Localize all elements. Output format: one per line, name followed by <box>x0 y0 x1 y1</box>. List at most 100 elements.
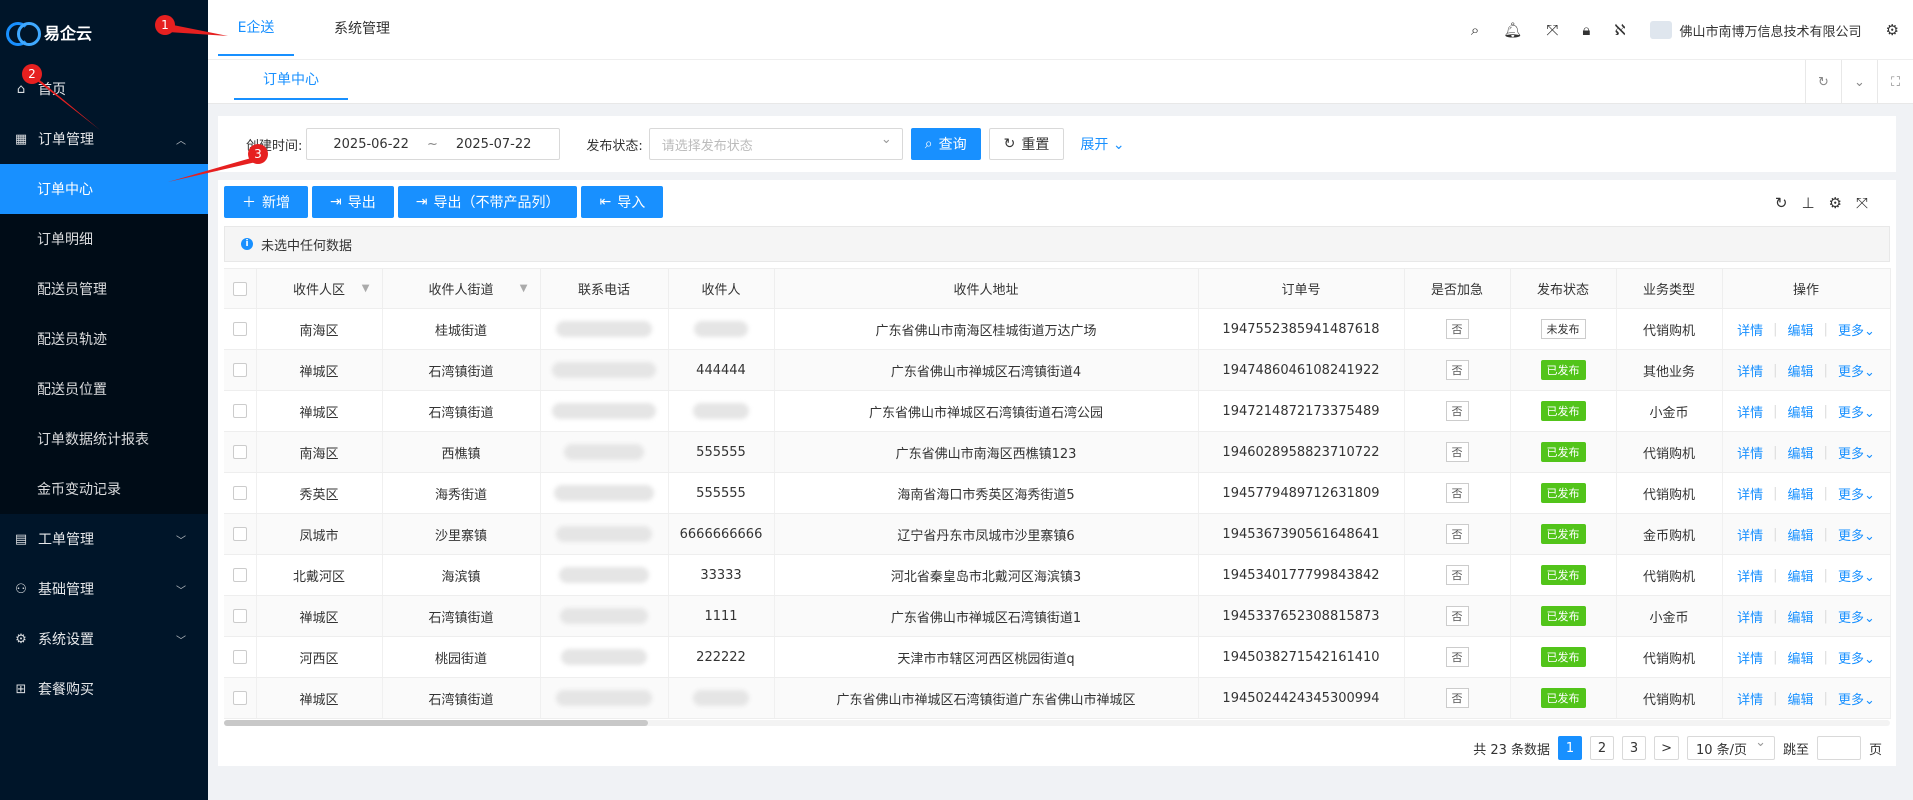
jump-input[interactable] <box>1816 736 1861 760</box>
more-dropdown[interactable]: 更多⌄ <box>1838 361 1875 380</box>
select-all-checkbox[interactable] <box>232 281 247 296</box>
detail-link[interactable]: 详情 <box>1737 361 1763 380</box>
sidebar-item-package-purchase[interactable]: ⊞ 套餐购买 <box>0 664 208 714</box>
detail-link[interactable]: 详情 <box>1737 648 1763 667</box>
table-row[interactable]: 凤城市 沙里寨镇 6666666666 辽宁省丹东市凤城市沙里寨镇6 194536739… <box>224 513 1891 555</box>
column-district[interactable]: 收件人区 ▼ <box>256 268 383 309</box>
more-dropdown[interactable]: 更多⌄ <box>1838 566 1875 585</box>
settings-icon[interactable]: ⚙ <box>1829 194 1842 212</box>
row-checkbox[interactable] <box>232 527 247 541</box>
row-select-cell[interactable] <box>224 349 257 391</box>
detail-link[interactable]: 详情 <box>1737 320 1763 339</box>
detail-link[interactable]: 详情 <box>1737 443 1763 462</box>
table-row[interactable]: 禅城区 石湾镇街道 广东省佛山市禅城区石湾镇街道石湾公园 19472148721733… <box>224 390 1891 432</box>
import-button[interactable]: ⇤ 导入 <box>581 186 664 218</box>
search-button[interactable]: ⌕ 查询 <box>910 128 981 160</box>
more-dropdown[interactable]: 更多⌄ <box>1838 648 1875 667</box>
row-checkbox[interactable] <box>232 691 247 705</box>
row-checkbox[interactable] <box>232 609 247 623</box>
fullscreen-icon[interactable]: ⤧ <box>1546 21 1558 39</box>
page-2[interactable]: 2 <box>1590 736 1615 760</box>
sidebar-item-ticket-management[interactable]: ▤ 工单管理 ﹀ <box>0 514 208 564</box>
expand-link[interactable]: 展开 ⌄ <box>1080 134 1124 154</box>
sidebar-item-order-report[interactable]: 订单数据统计报表 <box>0 414 208 464</box>
more-dropdown[interactable]: 更多⌄ <box>1838 607 1875 626</box>
row-select-cell[interactable] <box>224 513 257 555</box>
row-checkbox[interactable] <box>232 486 247 500</box>
date-start[interactable]: 2025-06-22 <box>333 137 409 152</box>
sidebar-item-order-center[interactable]: 订单中心 <box>0 164 208 214</box>
detail-link[interactable]: 详情 <box>1737 484 1763 503</box>
row-checkbox[interactable] <box>232 650 247 664</box>
export-button[interactable]: ⇥ 导出 <box>312 186 394 218</box>
page-3[interactable]: 3 <box>1622 736 1647 760</box>
detail-link[interactable]: 详情 <box>1737 566 1763 585</box>
row-select-cell[interactable] <box>224 677 257 719</box>
detail-link[interactable]: 详情 <box>1737 402 1763 421</box>
table-row[interactable]: 禅城区 石湾镇街道 1111 广东省佛山市禅城区石湾镇街道1 1945337652308… <box>224 595 1891 637</box>
sidebar-item-courier-location[interactable]: 配送员位置 <box>0 364 208 414</box>
bell-icon[interactable]: 🔔︎ <box>1503 21 1522 39</box>
row-select-cell[interactable] <box>224 308 257 350</box>
sidebar-item-basic-management[interactable]: ⚇ 基础管理 ﹀ <box>0 564 208 614</box>
table-row[interactable]: 河西区 桃园街道 222222 天津市市辖区河西区桃园街道q 1945038271542… <box>224 636 1891 678</box>
more-dropdown[interactable]: 更多⌄ <box>1838 443 1875 462</box>
sidebar-item-courier-management[interactable]: 配送员管理 <box>0 264 208 314</box>
detail-link[interactable]: 详情 <box>1737 689 1763 708</box>
reset-button[interactable]: ↻ 重置 <box>988 128 1065 160</box>
more-dropdown[interactable]: 更多⌄ <box>1838 689 1875 708</box>
company-switcher[interactable]: 佛山市南博万信息技术有限公司 <box>1649 21 1862 40</box>
status-select[interactable]: 请选择发布状态 <box>648 128 903 160</box>
row-checkbox[interactable] <box>232 445 247 459</box>
table-row[interactable]: 秀英区 海秀街道 555555 海南省海口市秀英区海秀街道5 1945779489712… <box>224 472 1891 514</box>
column-street[interactable]: 收件人街道 ▼ <box>382 268 541 309</box>
detail-link[interactable]: 详情 <box>1737 607 1763 626</box>
row-select-cell[interactable] <box>224 390 257 432</box>
table-row[interactable]: 南海区 桂城街道 广东省佛山市南海区桂城街道万达广场 1947552385941487… <box>224 308 1891 350</box>
row-select-cell[interactable] <box>224 431 257 473</box>
more-dropdown[interactable]: 更多⌄ <box>1838 320 1875 339</box>
add-button[interactable]: ＋ 新增 <box>224 186 308 218</box>
lock-icon[interactable]: 🔒︎ <box>1582 21 1590 39</box>
next-page-button[interactable]: > <box>1654 736 1679 760</box>
row-checkbox[interactable] <box>232 404 247 418</box>
more-dropdown[interactable]: 更多⌄ <box>1838 484 1875 503</box>
app-logo[interactable]: 易企云 <box>0 0 208 64</box>
row-select-cell[interactable] <box>224 595 257 637</box>
detail-link[interactable]: 详情 <box>1737 525 1763 544</box>
maximize-icon[interactable]: ⛶ <box>1877 60 1913 104</box>
edit-link[interactable]: 编辑 <box>1788 689 1814 708</box>
edit-link[interactable]: 编辑 <box>1788 402 1814 421</box>
edit-link[interactable]: 编辑 <box>1788 648 1814 667</box>
edit-link[interactable]: 编辑 <box>1788 607 1814 626</box>
edit-link[interactable]: 编辑 <box>1788 361 1814 380</box>
sidebar-item-order-management[interactable]: ▦ 订单管理 ︿ <box>0 114 208 164</box>
page-size-select[interactable]: 10 条/页 <box>1686 735 1775 760</box>
chevron-down-icon[interactable]: ⌄ <box>1841 60 1877 104</box>
row-select-cell[interactable] <box>224 636 257 678</box>
table-row[interactable]: 北戴河区 海滨镇 33333 河北省秦皇岛市北戴河区海滨镇3 1945340177799… <box>224 554 1891 596</box>
edit-link[interactable]: 编辑 <box>1788 525 1814 544</box>
edit-link[interactable]: 编辑 <box>1788 320 1814 339</box>
edit-link[interactable]: 编辑 <box>1788 484 1814 503</box>
fullscreen-icon[interactable]: ⤧ <box>1856 194 1868 212</box>
table-row[interactable]: 禅城区 石湾镇街道 444444 广东省佛山市禅城区石湾镇街道4 19474860461… <box>224 349 1891 391</box>
more-dropdown[interactable]: 更多⌄ <box>1838 402 1875 421</box>
filter-icon[interactable]: ▼ <box>520 283 528 294</box>
scrollbar-thumb[interactable] <box>224 720 648 726</box>
refresh-icon[interactable]: ↻ <box>1805 60 1841 104</box>
row-checkbox[interactable] <box>232 322 247 336</box>
edit-link[interactable]: 编辑 <box>1788 566 1814 585</box>
select-all-cell[interactable] <box>224 268 257 309</box>
sidebar-item-order-detail[interactable]: 订单明细 <box>0 214 208 264</box>
sidebar-item-system-settings[interactable]: ⚙ 系统设置 ﹀ <box>0 614 208 664</box>
date-end[interactable]: 2025-07-22 <box>456 137 532 152</box>
refresh-icon[interactable]: ↻ <box>1775 194 1788 212</box>
page-tab-order-center[interactable]: 订单中心 <box>234 60 348 100</box>
more-dropdown[interactable]: 更多⌄ <box>1838 525 1875 544</box>
table-row[interactable]: 南海区 西樵镇 555555 广东省佛山市南海区西樵镇123 1946028958823… <box>224 431 1891 473</box>
page-1[interactable]: 1 <box>1558 736 1583 760</box>
table-row[interactable]: 禅城区 石湾镇街道 广东省佛山市禅城区石湾镇街道广东省佛山市禅城区 194502442… <box>224 677 1891 719</box>
tab-system-management[interactable]: 系统管理 <box>320 0 404 56</box>
row-select-cell[interactable] <box>224 472 257 514</box>
